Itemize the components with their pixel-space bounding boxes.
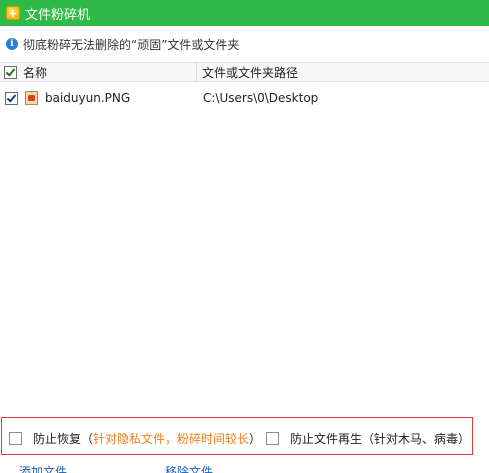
title-bar: + 文件粉碎机	[0, 0, 489, 26]
row-checkbox[interactable]	[5, 92, 18, 105]
prevent-regeneration-hint: 针对木马、病毒	[374, 432, 459, 446]
column-name[interactable]: 名称	[0, 63, 197, 81]
table-header: 名称 文件或文件夹路径	[0, 62, 489, 82]
column-name-label: 名称	[23, 65, 48, 80]
prevent-recovery-option[interactable]: 防止恢复 （ 针对隐私文件，粉碎时间较长 ）	[9, 430, 261, 447]
app-plus-icon: +	[6, 6, 20, 20]
info-text: 彻底粉碎无法删除的“顽固”文件或文件夹	[23, 37, 240, 52]
prevent-recovery-hint: 针对隐私文件，粉碎时间较长	[93, 432, 250, 446]
options-panel: 防止恢复 （ 针对隐私文件，粉碎时间较长 ） 防止文件再生 （ 针对木马、病毒 …	[1, 417, 473, 455]
image-file-icon	[25, 91, 38, 105]
file-name: baiduyun.PNG	[45, 91, 131, 105]
column-path-label: 文件或文件夹路径	[202, 65, 299, 80]
info-bar: i 彻底粉碎无法删除的“顽固”文件或文件夹	[0, 34, 489, 54]
remove-file-link[interactable]: 移除文件	[165, 463, 213, 473]
prevent-recovery-label: 防止恢复	[33, 432, 82, 446]
column-path[interactable]: 文件或文件夹路径	[198, 63, 489, 81]
prevent-recovery-checkbox[interactable]	[9, 432, 22, 445]
prevent-regeneration-option[interactable]: 防止文件再生 （ 针对木马、病毒 ）	[266, 430, 470, 447]
window-title: 文件粉碎机	[25, 7, 91, 23]
prevent-regeneration-open-paren: （	[362, 432, 375, 446]
prevent-regeneration-label: 防止文件再生	[290, 432, 363, 446]
file-path: C:\Users\0\Desktop	[203, 91, 319, 105]
select-all-checkbox[interactable]	[4, 65, 17, 79]
add-file-link[interactable]: 添加文件	[19, 463, 67, 473]
prevent-recovery-open-paren: （	[81, 432, 94, 446]
bottom-toolbar: 添加文件 移除文件	[0, 460, 489, 473]
prevent-regeneration-checkbox[interactable]	[266, 432, 279, 445]
prevent-recovery-close-paren: ）	[249, 432, 262, 446]
info-icon: i	[6, 38, 18, 50]
prevent-regeneration-close-paren: ）	[458, 432, 471, 446]
table-row[interactable]: baiduyun.PNG C:\Users\0\Desktop	[0, 89, 489, 109]
